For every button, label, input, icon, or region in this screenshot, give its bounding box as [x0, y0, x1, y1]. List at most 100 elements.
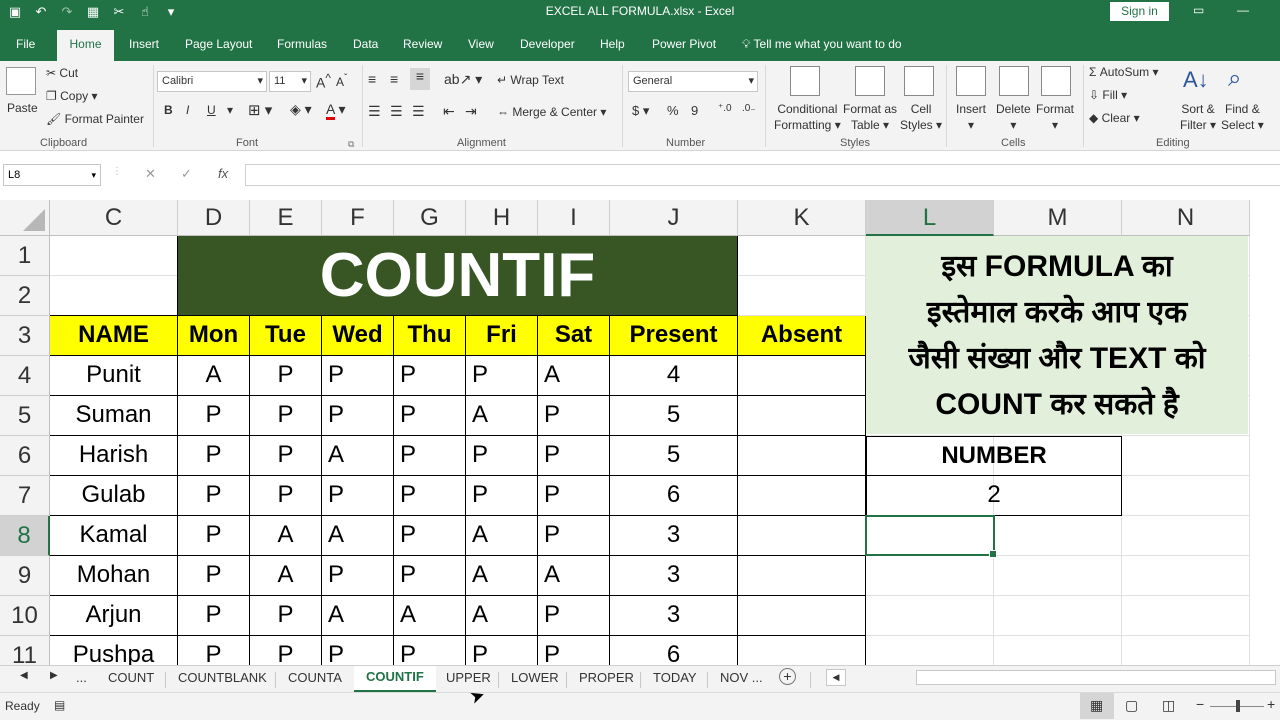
attendance-cell[interactable]: P [466, 476, 538, 516]
name-cell[interactable]: Harish [50, 436, 178, 476]
select-all-corner[interactable] [0, 200, 50, 236]
tab-formulas[interactable]: Formulas [277, 37, 327, 51]
attendance-cell[interactable]: P [394, 436, 466, 476]
row-header-2[interactable]: 2 [0, 276, 50, 316]
attendance-cell[interactable]: A [466, 516, 538, 556]
align-right-icon[interactable]: ☰ [412, 103, 425, 120]
tab-home[interactable]: Home [57, 30, 114, 61]
scroll-left-icon[interactable]: ◀ [20, 670, 28, 681]
conditional-formatting-button[interactable]: Conditional Formatting ▾ [774, 101, 841, 133]
attendance-cell[interactable]: P [394, 636, 466, 665]
attendance-cell[interactable]: P [394, 396, 466, 436]
blank-cell[interactable] [50, 236, 178, 316]
name-cell[interactable]: Mohan [50, 556, 178, 596]
bold-button[interactable]: B [164, 103, 173, 117]
attendance-cell[interactable]: A [466, 556, 538, 596]
grid-cell[interactable] [994, 636, 1122, 665]
row-header-11[interactable]: 11 [0, 636, 50, 665]
attendance-cell[interactable]: P [178, 556, 250, 596]
worksheet-grid[interactable]: C D E F G H I J K L M N 1 2 3 4 5 6 7 8 9 10 11 COUNTIF NAME Mon T… [0, 200, 1280, 665]
sheet-tab-counta[interactable]: COUNTA [276, 670, 342, 685]
attendance-cell[interactable]: A [322, 436, 394, 476]
tab-insert[interactable]: Insert [129, 37, 159, 51]
tab-page-layout[interactable]: Page Layout [185, 37, 252, 51]
number-format-select[interactable]: General ▾ [628, 71, 758, 92]
header-cell[interactable]: Tue [250, 316, 322, 356]
attendance-cell[interactable]: P [250, 396, 322, 436]
tab-help[interactable]: Help [600, 37, 625, 51]
row-header-4[interactable]: 4 [0, 356, 50, 396]
present-cell[interactable]: 5 [610, 396, 738, 436]
normal-view-button[interactable]: ▦ [1080, 693, 1114, 719]
header-cell[interactable]: Fri [466, 316, 538, 356]
present-cell[interactable]: 3 [610, 596, 738, 636]
absent-cell[interactable] [738, 436, 866, 476]
row-header-8[interactable]: 8 [0, 516, 50, 556]
page-layout-view-icon[interactable]: ▢ [1125, 697, 1138, 714]
attendance-cell[interactable]: P [178, 396, 250, 436]
name-cell[interactable]: Kamal [50, 516, 178, 556]
attendance-cell[interactable]: A [466, 396, 538, 436]
name-cell[interactable]: Gulab [50, 476, 178, 516]
grid-cell[interactable] [738, 236, 866, 276]
attendance-cell[interactable]: P [250, 436, 322, 476]
paste-icon[interactable] [6, 67, 36, 95]
header-cell[interactable]: Sat [538, 316, 610, 356]
borders-icon[interactable]: ⊞ ▾ [248, 101, 272, 119]
increase-indent-icon[interactable]: ⇥ [465, 103, 477, 120]
font-size-select[interactable]: 11 ▾ [269, 71, 311, 92]
font-color-button[interactable]: A ▾ [326, 101, 346, 120]
row-header-3[interactable]: 3 [0, 316, 50, 356]
insert-function-icon[interactable]: fx [218, 166, 228, 181]
grid-cell[interactable] [738, 276, 866, 316]
currency-icon[interactable]: $︎ ▾ [632, 103, 649, 119]
attendance-cell[interactable]: P [466, 356, 538, 396]
number-label-cell[interactable]: NUMBER [866, 436, 1122, 476]
grid-cell[interactable] [994, 556, 1122, 596]
minimize-icon[interactable]: — [1237, 3, 1249, 17]
grid-cell[interactable] [1122, 516, 1250, 556]
page-break-view-icon[interactable]: ◫ [1162, 697, 1175, 714]
grow-font-icon[interactable]: A^ [316, 72, 331, 91]
attendance-cell[interactable]: A [322, 596, 394, 636]
column-header-h[interactable]: H [466, 200, 538, 236]
ribbon-display-icon[interactable]: ▭ [1193, 3, 1204, 17]
align-center-icon[interactable]: ☰ [390, 103, 403, 120]
grid-cell[interactable] [1122, 436, 1250, 476]
name-box[interactable]: L8 ▾ [3, 164, 101, 186]
column-header-e[interactable]: E [250, 200, 322, 236]
row-header-1[interactable]: 1 [0, 236, 50, 276]
attendance-cell[interactable]: P [250, 596, 322, 636]
zoom-in-button[interactable]: + [1267, 696, 1275, 712]
attendance-cell[interactable]: P [538, 636, 610, 665]
align-bottom-icon[interactable]: ≡ [410, 68, 430, 90]
attendance-cell[interactable]: A [250, 556, 322, 596]
grid-cell[interactable] [1122, 596, 1250, 636]
name-cell[interactable]: Pushpa [50, 636, 178, 665]
scroll-right-icon[interactable]: ▶ [50, 670, 58, 681]
formula-input[interactable] [245, 164, 1280, 186]
add-sheet-icon[interactable]: + [779, 668, 796, 685]
autosum-button[interactable]: Σ AutoSum ▾ [1089, 65, 1158, 79]
header-cell[interactable]: Mon [178, 316, 250, 356]
attendance-cell[interactable]: P [178, 476, 250, 516]
tab-power-pivot[interactable]: Power Pivot [652, 37, 716, 51]
attendance-cell[interactable]: A [178, 356, 250, 396]
row-header-7[interactable]: 7 [0, 476, 50, 516]
grid-cell[interactable] [866, 596, 994, 636]
column-header-i[interactable]: I [538, 200, 610, 236]
column-header-k[interactable]: K [738, 200, 866, 236]
decrease-indent-icon[interactable]: ⇤ [443, 103, 455, 120]
attendance-cell[interactable]: P [538, 436, 610, 476]
attendance-cell[interactable]: P [322, 556, 394, 596]
copy-button[interactable]: ❐ Copy ▾ [46, 89, 97, 103]
column-header-c[interactable]: C [50, 200, 178, 236]
align-left-icon[interactable]: ☰ [368, 103, 381, 120]
sheet-tab-upper[interactable]: UPPER [434, 670, 491, 685]
sort-filter-button[interactable]: Sort & Filter ▾ [1180, 101, 1216, 133]
delete-cells-button[interactable]: Delete ▾ [996, 101, 1031, 133]
cell-styles-button[interactable]: Cell Styles ▾ [900, 101, 942, 133]
grid-cell[interactable] [1122, 556, 1250, 596]
tab-view[interactable]: View [468, 37, 494, 51]
column-header-g[interactable]: G [394, 200, 466, 236]
